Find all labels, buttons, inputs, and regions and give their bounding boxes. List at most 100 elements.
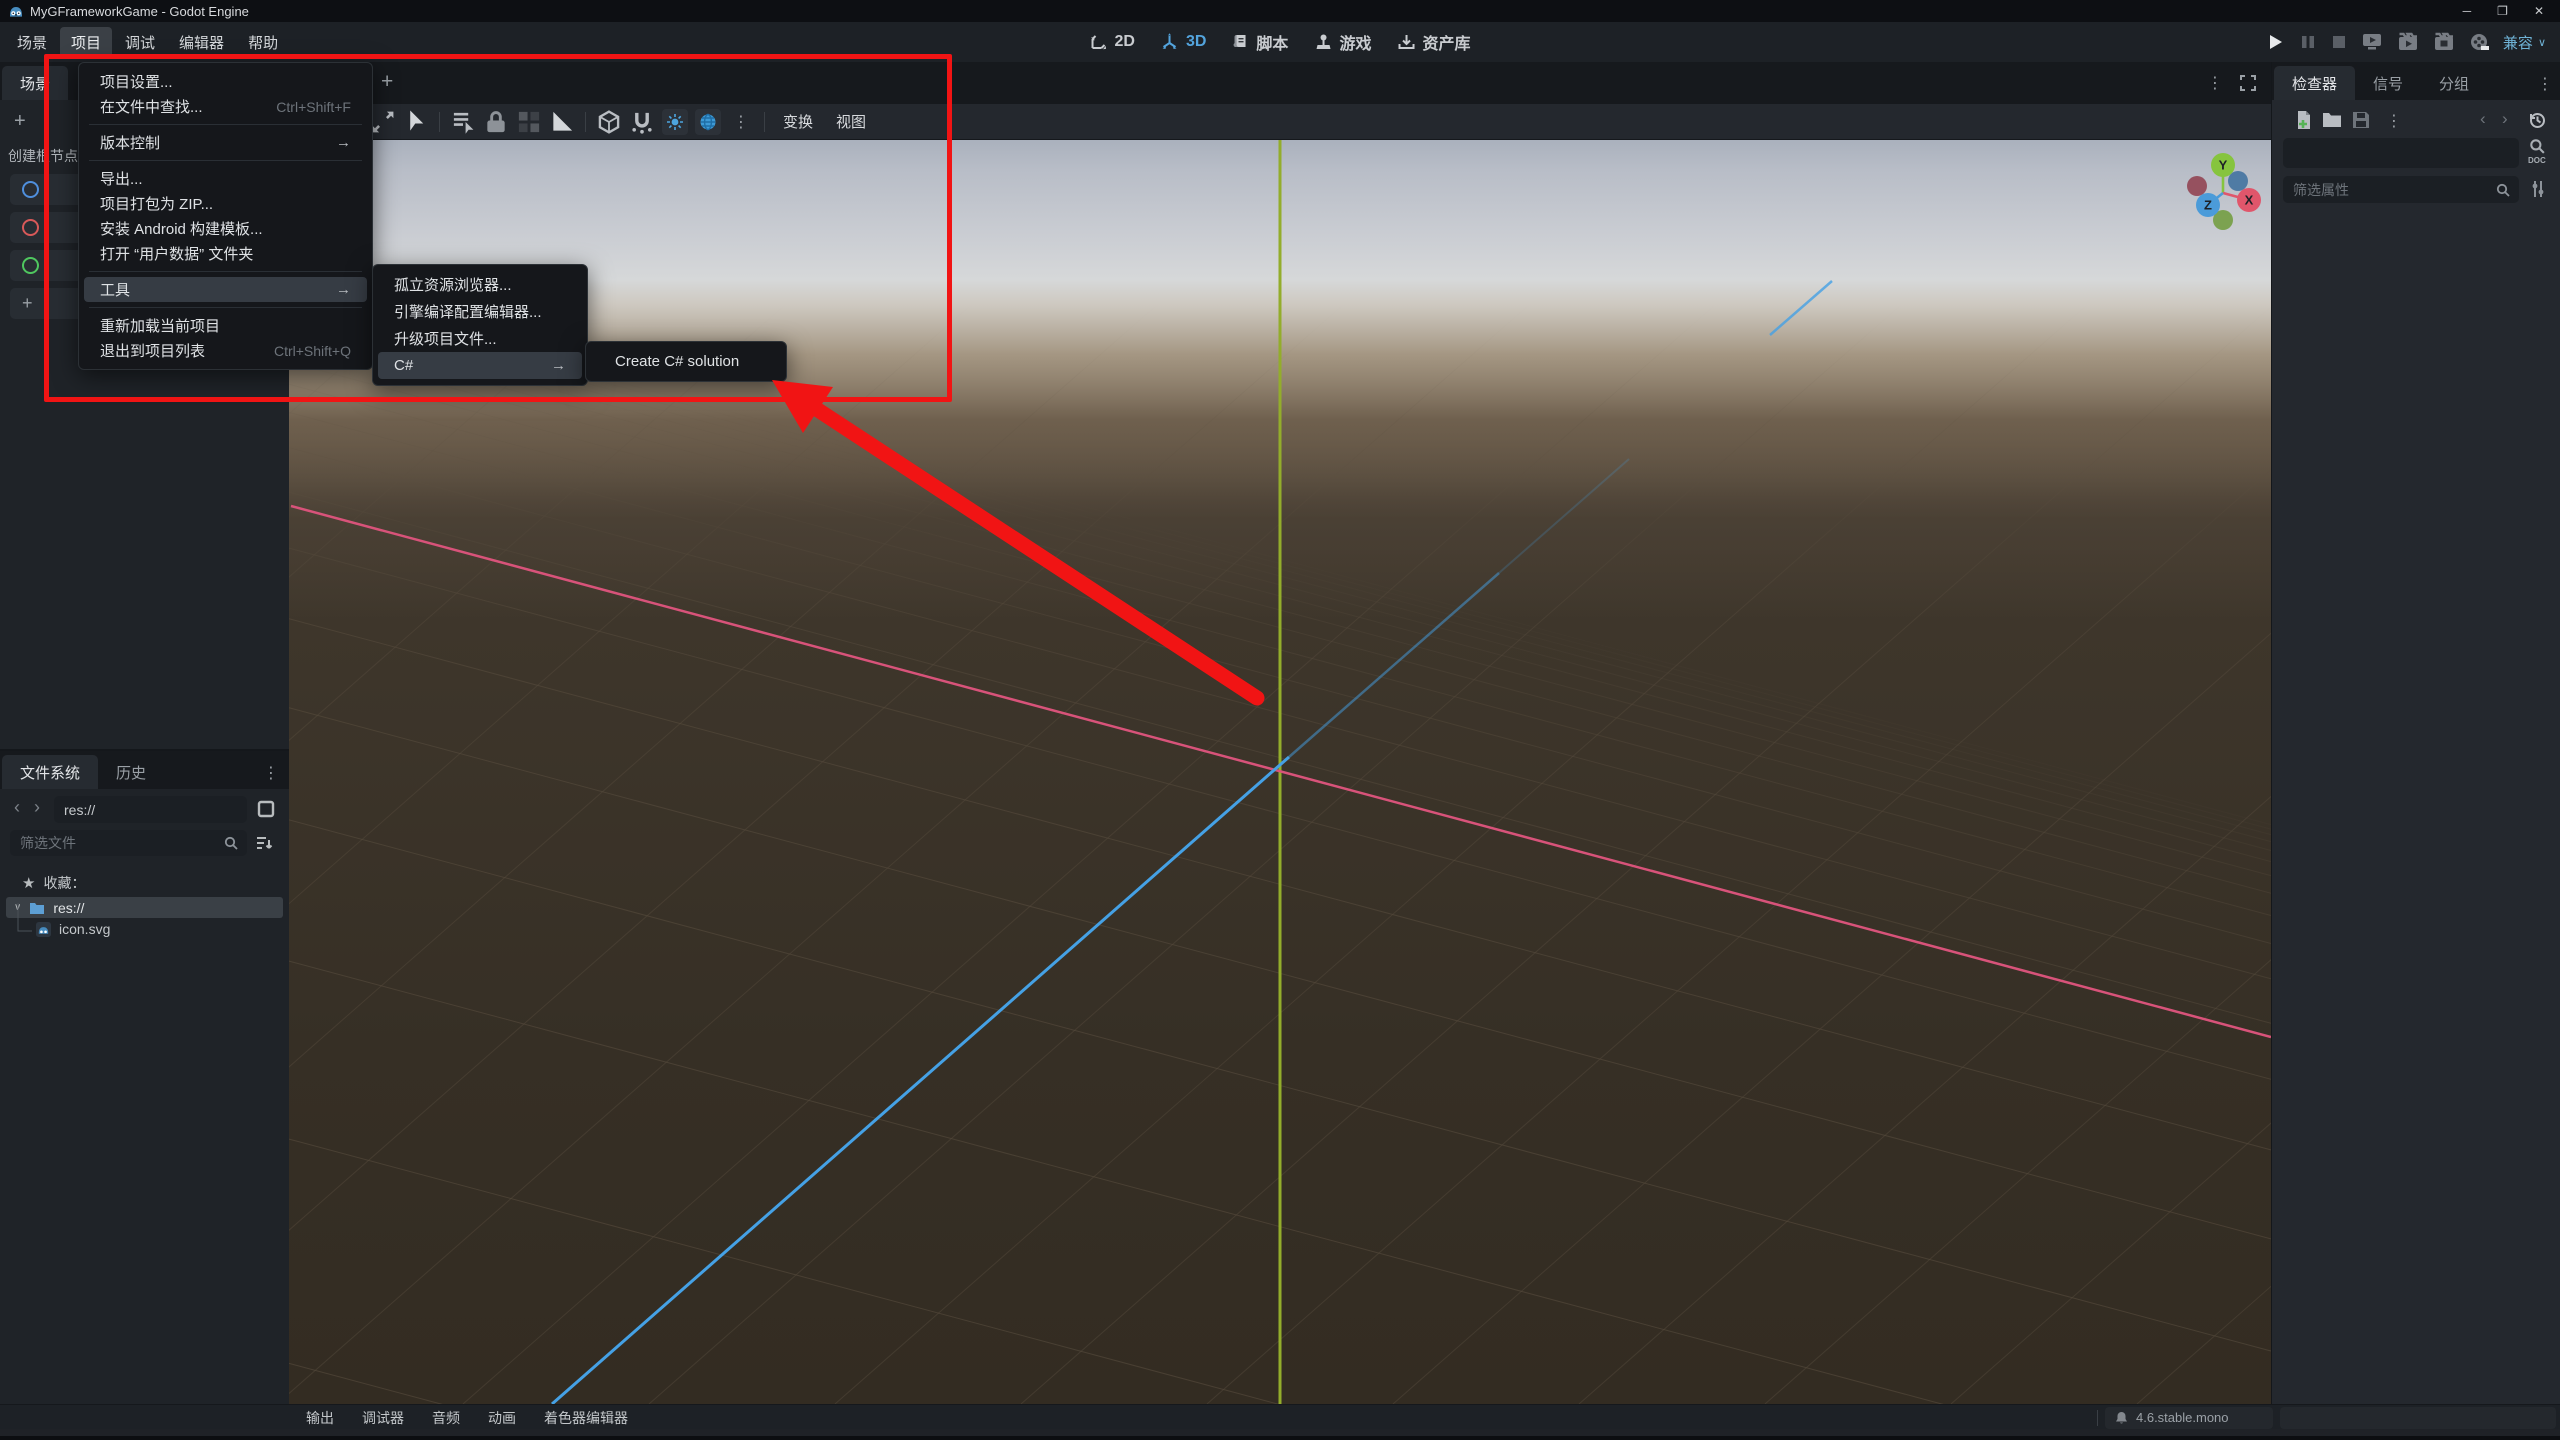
inspector-dock: 检查器 信号 分组 ⋮ ⋮ ‹ › DOC: [2271, 62, 2560, 1404]
svg-text:Y: Y: [2219, 158, 2228, 173]
inspector-dock-tabs: 检查器 信号 分组 ⋮: [2272, 62, 2560, 100]
menu-editor[interactable]: 编辑器: [168, 27, 235, 58]
tab-animation[interactable]: 动画: [474, 1408, 530, 1428]
history-back-icon[interactable]: ‹: [2480, 109, 2486, 129]
menu-item-create-csharp-solution[interactable]: Create C# solution: [591, 348, 781, 375]
submenu-arrow-icon: →: [551, 357, 566, 374]
tab-filesystem[interactable]: 文件系统: [2, 755, 99, 789]
pause-button[interactable]: [2299, 33, 2317, 51]
ui-scene-icon: [22, 257, 39, 274]
menu-item-android-template[interactable]: 安装 Android 构建模板...: [84, 216, 367, 241]
property-tools-icon[interactable]: [2530, 180, 2546, 198]
tab-debugger[interactable]: 调试器: [348, 1408, 418, 1428]
environment-toggle[interactable]: [695, 108, 721, 135]
menu-item-quit-to-list[interactable]: 退出到项目列表 Ctrl+Shift+Q: [84, 338, 367, 363]
add-node-icon[interactable]: +: [14, 110, 26, 133]
2d-icon: [1091, 35, 1107, 50]
inspector-panel: ⋮ ‹ › DOC: [2272, 100, 2560, 1404]
open-docs-button[interactable]: DOC: [2528, 138, 2546, 165]
search-icon: [2496, 183, 2510, 197]
search-icon: [224, 836, 238, 850]
ruler-icon[interactable]: [549, 109, 575, 135]
create-root-label: 创建根节点:: [8, 148, 82, 164]
play-remote-button[interactable]: [2361, 32, 2383, 52]
switch-script[interactable]: 脚本: [1232, 30, 1288, 54]
resource-name-bar[interactable]: [2283, 138, 2519, 168]
sun-toggle[interactable]: [662, 108, 688, 135]
save-resource-icon[interactable]: [2352, 111, 2370, 129]
viewport-menu-icon[interactable]: ⋮: [2207, 73, 2223, 93]
select-tool-icon[interactable]: [403, 109, 429, 135]
favorites-header[interactable]: ★ 收藏：: [22, 873, 85, 893]
menu-item-engine-compile-config[interactable]: 引擎编译配置编辑器...: [378, 298, 582, 325]
switch-2d[interactable]: 2D: [1090, 33, 1135, 51]
switch-3d[interactable]: 3D: [1161, 33, 1206, 51]
tab-audio[interactable]: 音频: [418, 1408, 474, 1428]
toggle-split-icon[interactable]: [257, 800, 275, 818]
menu-item-tools[interactable]: 工具 →: [84, 277, 367, 302]
inspector-menu-icon[interactable]: ⋮: [2537, 74, 2553, 94]
resource-extra-menu-icon[interactable]: ⋮: [2386, 111, 2402, 131]
menubar: 场景 项目 调试 编辑器 帮助: [0, 26, 289, 58]
tab-inspector[interactable]: 检查器: [2274, 66, 2356, 100]
menu-item-reload-project[interactable]: 重新加载当前项目: [84, 313, 367, 338]
movie-maker-button[interactable]: [2469, 32, 2489, 52]
version-button[interactable]: 4.6.stable.mono: [2105, 1406, 2273, 1429]
tab-output[interactable]: 输出: [292, 1408, 348, 1428]
tab-history[interactable]: 历史: [98, 755, 164, 789]
menu-item-open-userdata[interactable]: 打开 “用户数据” 文件夹: [84, 241, 367, 266]
lock-icon[interactable]: [483, 109, 509, 135]
expand-viewport-icon[interactable]: [2239, 74, 2257, 92]
menu-debug[interactable]: 调试: [114, 27, 166, 58]
view-menu[interactable]: 视图: [828, 111, 874, 132]
group-icon[interactable]: [516, 109, 542, 135]
sort-icon[interactable]: [255, 834, 273, 852]
menu-help[interactable]: 帮助: [237, 27, 289, 58]
switch-assetlib[interactable]: 资产库: [1397, 30, 1470, 54]
new-scene-tab-button[interactable]: +: [381, 70, 393, 94]
viewport-toolbar: ) ⋮ 变换 视图: [289, 104, 2271, 140]
tab-groups[interactable]: 分组: [2421, 66, 2487, 100]
tab-scene[interactable]: 场景: [2, 66, 69, 100]
minimize-button[interactable]: ─: [2463, 4, 2472, 18]
close-button[interactable]: ✕: [2534, 4, 2544, 18]
menu-item-csharp[interactable]: C# →: [378, 352, 582, 379]
menu-item-version-control[interactable]: 版本控制 →: [84, 130, 367, 155]
transform-menu[interactable]: 变换: [775, 111, 821, 132]
menu-item-upgrade-project[interactable]: 升级项目文件...: [378, 325, 582, 352]
play-button[interactable]: [2265, 32, 2285, 52]
new-resource-icon[interactable]: [2294, 110, 2314, 130]
menu-item-export[interactable]: 导出...: [84, 166, 367, 191]
menu-item-pack-zip[interactable]: 项目打包为 ZIP...: [84, 191, 367, 216]
filter-properties-input[interactable]: [2283, 181, 2496, 198]
menu-item-project-settings[interactable]: 项目设置...: [84, 69, 367, 94]
menu-item-orphan-explorer[interactable]: 孤立资源浏览器...: [378, 271, 582, 298]
switch-game[interactable]: 游戏: [1314, 30, 1371, 54]
stop-button[interactable]: [2331, 34, 2347, 50]
list-select-icon[interactable]: [450, 109, 476, 135]
viewport-extra-menu-icon[interactable]: ⋮: [728, 109, 754, 135]
scale-tool-icon[interactable]: [370, 109, 396, 135]
path-bar[interactable]: res://: [54, 796, 247, 823]
axis-gizmo[interactable]: Y X Z: [2185, 150, 2265, 230]
play-scene-button[interactable]: [2397, 32, 2419, 52]
filter-files-input[interactable]: [10, 835, 224, 851]
maximize-button[interactable]: ❐: [2497, 4, 2508, 18]
play-custom-scene-button[interactable]: [2433, 32, 2455, 52]
snap-icon[interactable]: [629, 109, 655, 135]
nav-back-icon[interactable]: ‹: [14, 797, 20, 818]
tree-item-res-root[interactable]: ∨ res://: [6, 897, 283, 918]
load-resource-icon[interactable]: [2322, 112, 2342, 128]
tab-shader-editor[interactable]: 着色器编辑器: [530, 1408, 642, 1428]
menu-item-find-in-files[interactable]: 在文件中查找... Ctrl+Shift+F: [84, 94, 367, 119]
history-forward-icon[interactable]: ›: [2502, 109, 2508, 129]
menu-project[interactable]: 项目: [60, 26, 113, 58]
tab-signals[interactable]: 信号: [2355, 66, 2421, 100]
history-icon[interactable]: [2528, 111, 2546, 129]
menu-scene[interactable]: 场景: [6, 27, 58, 58]
renderer-selector[interactable]: 兼容 ∨: [2503, 32, 2546, 53]
tree-item-icon-svg[interactable]: icon.svg: [36, 921, 110, 937]
nav-forward-icon[interactable]: ›: [34, 797, 40, 818]
filesystem-menu-icon[interactable]: ⋮: [263, 763, 279, 783]
camera-preview-icon[interactable]: [596, 109, 622, 135]
